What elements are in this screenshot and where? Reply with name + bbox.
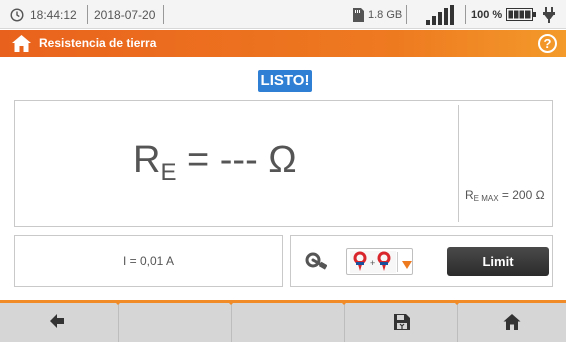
page-title: Resistencia de tierra <box>39 36 157 50</box>
home-icon <box>503 314 521 335</box>
resistance-readout: RE = --- Ω <box>133 139 297 187</box>
controls-panel: + Limit <box>290 235 553 287</box>
nav-empty-button-2 <box>232 303 345 342</box>
clock-icon <box>10 0 24 29</box>
max-value: = 200 Ω <box>498 188 545 202</box>
battery-icon <box>506 0 536 29</box>
battery-percent: 100 % <box>471 8 503 21</box>
measurement-mode-select[interactable]: + <box>346 248 413 275</box>
status-date: 2018-07-20 <box>94 7 156 22</box>
home-icon[interactable] <box>12 35 31 57</box>
result-divider <box>458 105 459 222</box>
resistance-max-readout: RE MAX = 200 Ω <box>465 188 545 203</box>
sd-card-icon <box>353 0 364 29</box>
probe-pair-icon: + <box>350 251 396 278</box>
save-button[interactable] <box>345 303 458 342</box>
result-panel: RE = --- Ω RE MAX = 200 Ω <box>14 100 553 227</box>
chevron-down-icon[interactable] <box>402 256 412 274</box>
bottom-nav <box>0 300 566 342</box>
status-bar: 18:44:12 2018-07-20 1.8 GB 100 % <box>0 0 566 29</box>
max-subscript: E MAX <box>473 194 499 203</box>
svg-text:+: + <box>370 258 375 268</box>
back-arrow-icon <box>49 314 64 333</box>
home-button[interactable] <box>458 303 566 342</box>
max-symbol: R <box>465 188 474 202</box>
nav-empty-button-1 <box>119 303 232 342</box>
current-readout: I = 0,01 A <box>14 235 283 287</box>
title-bar: Resistencia de tierra ? <box>0 30 566 57</box>
storage-size: 1.8 GB <box>368 8 403 21</box>
limit-button[interactable]: Limit <box>447 247 549 276</box>
back-button[interactable] <box>0 303 113 342</box>
save-icon <box>393 314 410 335</box>
signal-icon <box>426 0 458 29</box>
resistance-symbol: R <box>133 139 161 181</box>
status-time: 18:44:12 <box>30 7 77 22</box>
power-plug-icon <box>543 0 555 29</box>
clamp-probe-icon[interactable] <box>305 251 328 276</box>
resistance-subscript: E <box>160 159 177 186</box>
status-badge: LISTO! <box>258 70 312 92</box>
resistance-value: = --- Ω <box>176 139 297 181</box>
help-icon[interactable]: ? <box>538 34 557 53</box>
